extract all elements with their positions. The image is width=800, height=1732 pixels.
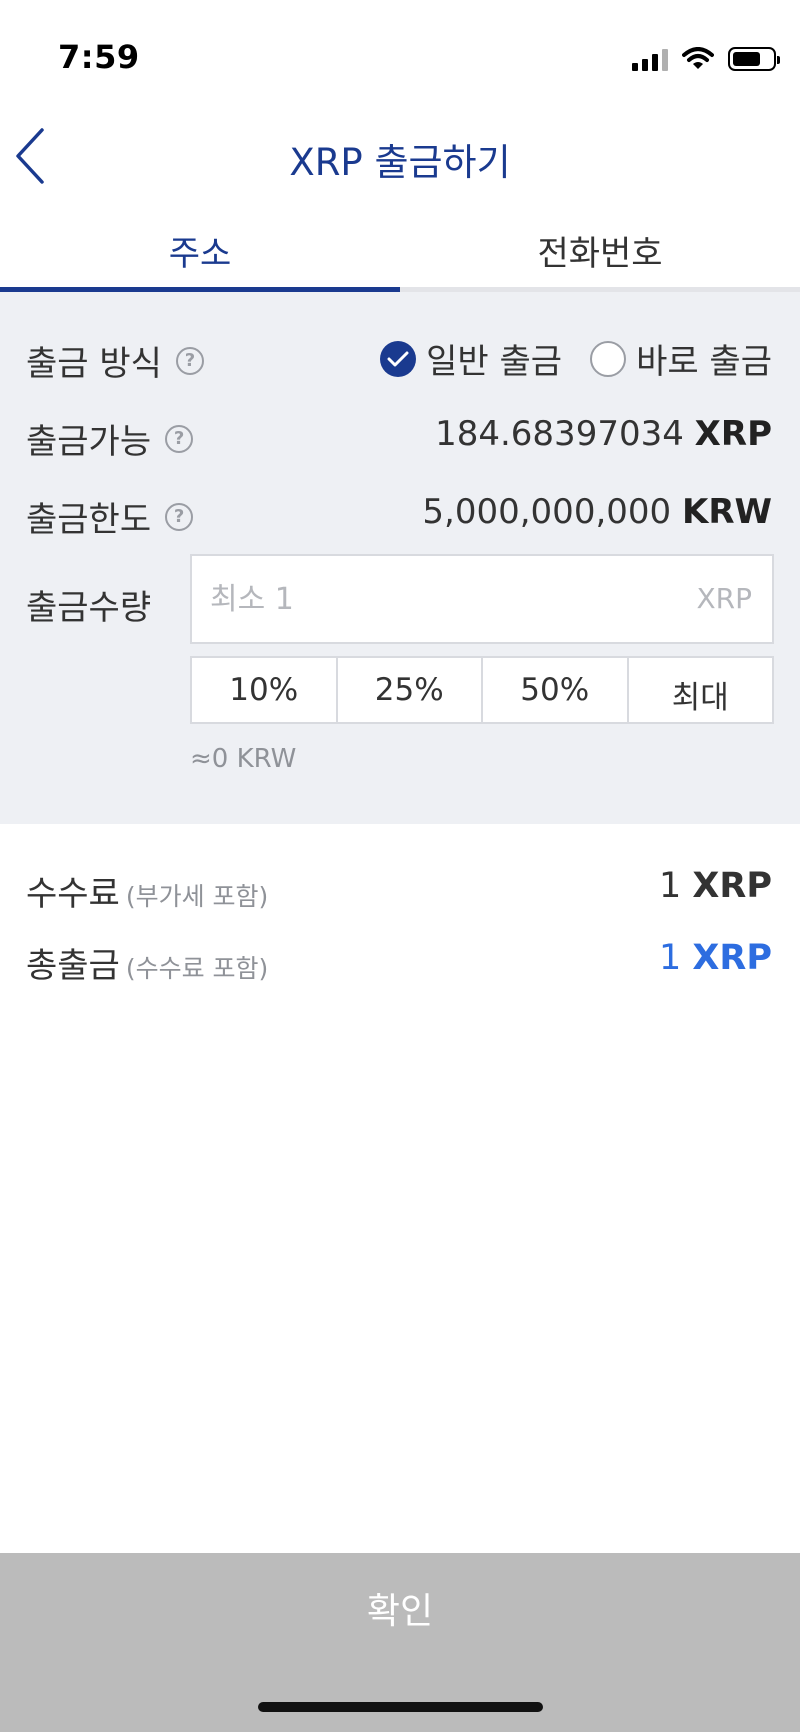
radio-instant-label: 바로 출금 xyxy=(636,342,772,382)
available-label: 출금가능 xyxy=(26,422,152,462)
withdraw-method-row: 출금 방식 ? 일반 출금 바로 출금 xyxy=(0,328,800,388)
fee-note: (부가세 포함) xyxy=(125,882,269,911)
battery-icon xyxy=(728,47,780,71)
fee-value: 1 XRP xyxy=(658,866,772,906)
radio-instant-withdraw[interactable]: 바로 출금 xyxy=(590,334,772,383)
tab-address[interactable]: 주소 xyxy=(0,202,400,292)
help-icon[interactable]: ? xyxy=(165,502,194,531)
status-icons xyxy=(632,44,780,74)
limit-row: 출금한도 ? 5,000,000,000 KRW xyxy=(0,484,800,544)
available-row: 출금가능 ? 184.68397034 XRP xyxy=(0,406,800,466)
total-label: 총출금 xyxy=(26,946,120,986)
withdraw-method-label: 출금 방식 xyxy=(26,344,162,384)
home-indicator xyxy=(258,1702,543,1712)
quantity-input[interactable] xyxy=(192,556,652,642)
tab-bar: 주소 전화번호 xyxy=(0,202,800,292)
radio-unchecked-icon xyxy=(590,340,627,377)
tab-phone-number[interactable]: 전화번호 xyxy=(400,202,800,287)
withdraw-method-radio-group: 일반 출금 바로 출금 xyxy=(380,334,772,383)
radio-normal-withdraw[interactable]: 일반 출금 xyxy=(380,334,562,383)
quantity-unit: XRP xyxy=(696,582,752,615)
page-title: XRP 출금하기 xyxy=(289,141,511,184)
total-value: 1 XRP xyxy=(658,938,772,978)
limit-value: 5,000,000,000 KRW xyxy=(422,492,772,532)
status-bar: 7:59 xyxy=(0,0,800,110)
max-button[interactable]: 최대 xyxy=(626,658,773,722)
total-row: 총출금 (수수료 포함) 1 XRP xyxy=(0,932,800,992)
quantity-label: 출금수량 xyxy=(26,588,152,628)
help-icon[interactable]: ? xyxy=(165,424,194,453)
percent-button-group: 10% 25% 50% 최대 xyxy=(190,656,774,724)
limit-label: 출금한도 xyxy=(26,500,152,540)
percent-10-button[interactable]: 10% xyxy=(192,658,336,722)
krw-estimate: ≈0 KRW xyxy=(190,744,297,774)
status-time: 7:59 xyxy=(58,38,140,76)
percent-25-button[interactable]: 25% xyxy=(335,658,482,722)
radio-checked-icon xyxy=(380,340,417,377)
available-value: 184.68397034 XRP xyxy=(435,414,772,454)
fee-label: 수수료 xyxy=(26,874,120,914)
radio-normal-label: 일반 출금 xyxy=(426,342,563,382)
quantity-input-box: XRP xyxy=(190,554,774,644)
fee-row: 수수료 (부가세 포함) 1 XRP xyxy=(0,860,800,920)
signal-icon xyxy=(632,47,668,71)
help-icon[interactable]: ? xyxy=(175,346,204,375)
withdraw-form-panel: 출금 방식 ? 일반 출금 바로 출금 출금가능 ? 184.68397034 … xyxy=(0,292,800,824)
total-note: (수수료 포함) xyxy=(125,954,269,983)
percent-50-button[interactable]: 50% xyxy=(481,658,627,722)
wifi-icon xyxy=(682,47,714,69)
header: XRP 출금하기 xyxy=(0,110,800,202)
